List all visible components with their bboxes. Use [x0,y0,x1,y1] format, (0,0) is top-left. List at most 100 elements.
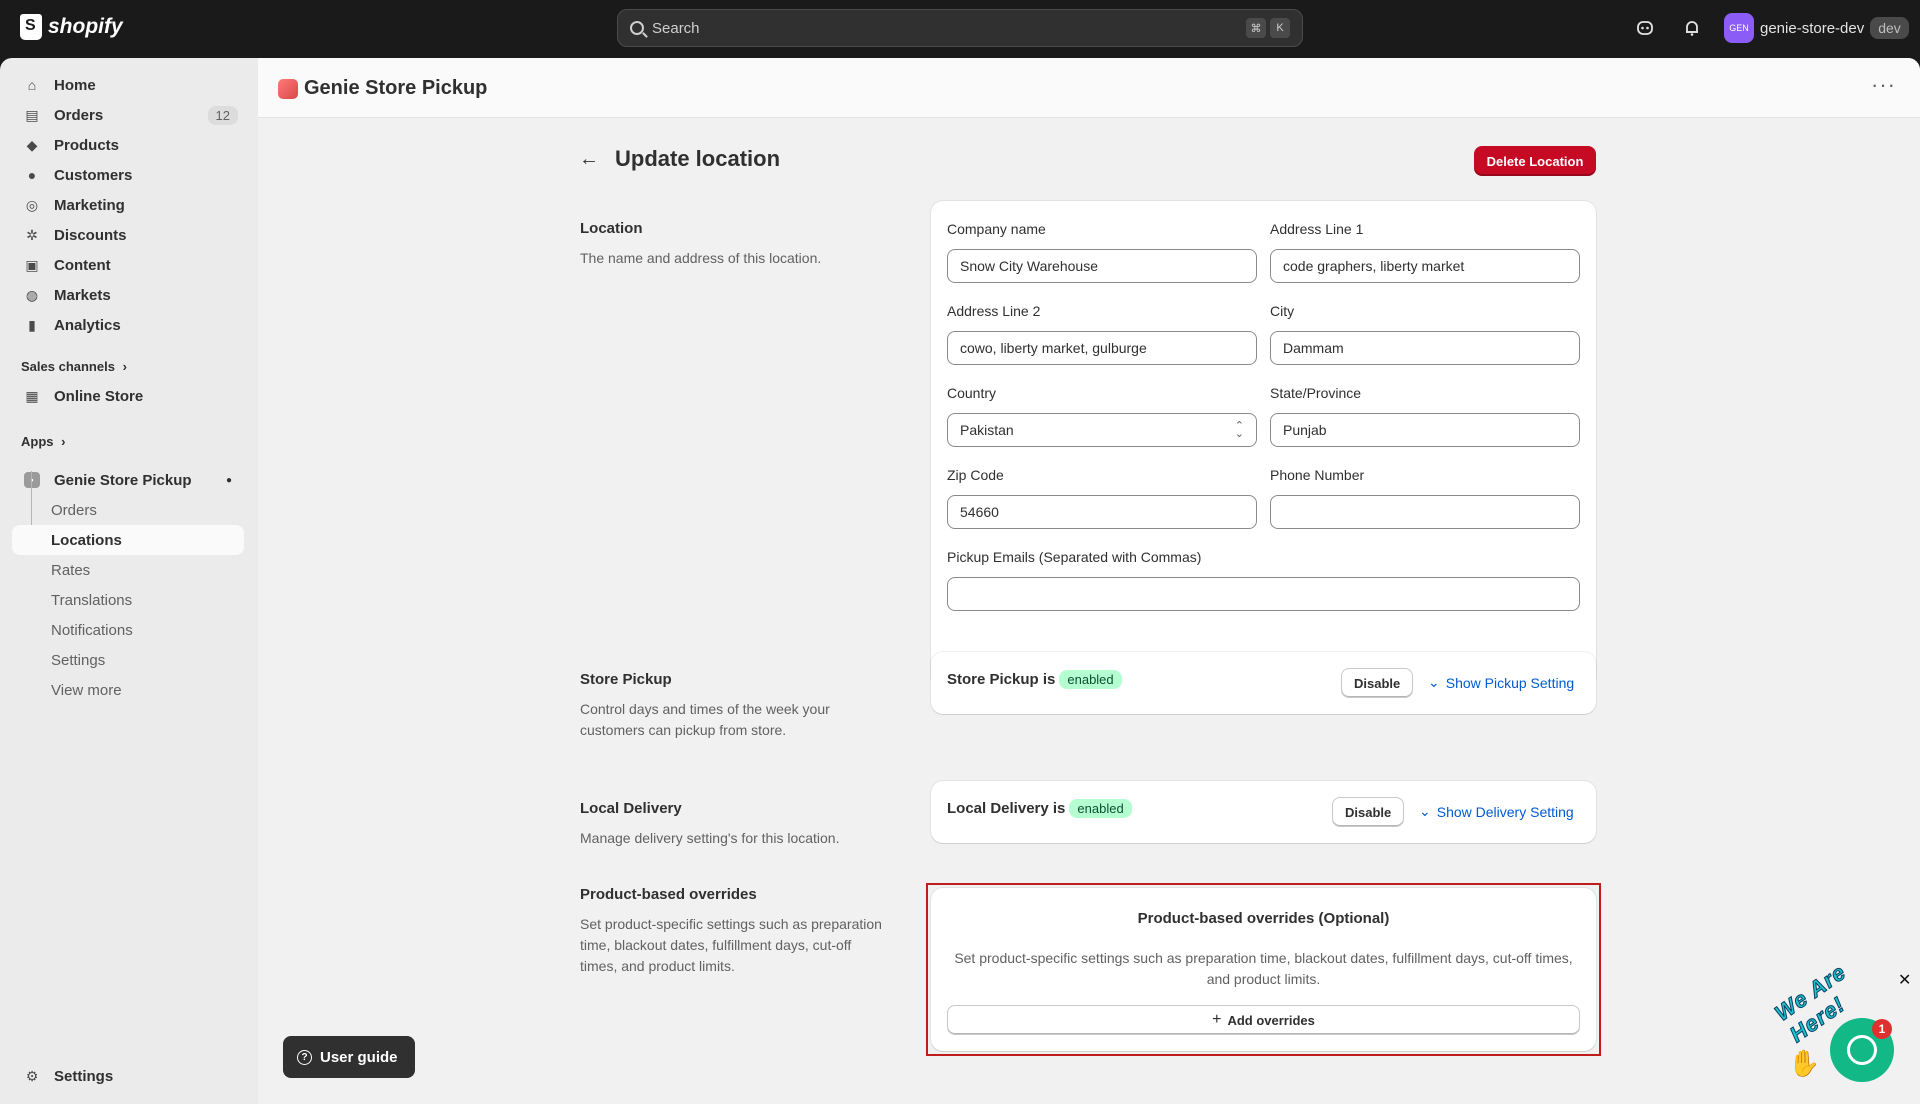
sidebar-item-home[interactable]: ⌂ Home [12,70,244,100]
local-delivery-section-description: Manage delivery setting's for this locat… [580,830,840,846]
more-actions-icon[interactable]: ··· [1871,72,1896,98]
sidebar-subitem-translations[interactable]: Translations [12,585,244,615]
store-pickup-section-description: Control days and times of the week your … [580,701,830,738]
sidebar-item-label: Marketing [54,196,125,214]
sidebar-item-label: Settings [54,1067,114,1085]
sidebar-item-label: Online Store [54,387,144,405]
sidebar-item-analytics[interactable]: ▮ Analytics [12,310,244,340]
sidebar-item-markets[interactable]: ◍ Markets [12,280,244,310]
chevron-down-icon: ⌄ [1428,674,1440,690]
app-title: Genie Store Pickup [304,77,488,99]
state-input[interactable] [1270,413,1580,447]
back-arrow-icon[interactable]: ← [579,148,599,171]
store-pickup-card: Store Pickup is enabled Disable ⌄ Show P… [931,652,1596,714]
city-label: City [1270,303,1295,319]
state-label: State/Province [1270,385,1362,401]
overrides-card-description: Set product-specific settings such as pr… [954,950,1573,987]
page-heading: ← Update location [579,146,780,172]
location-card: Company name Address Line 1 Address Line… [931,201,1596,688]
pickup-emails-label: Pickup Emails (Separated with Commas) [947,549,1202,565]
shopify-logo[interactable]: shopify [20,14,123,40]
apps-label: Apps [21,434,54,449]
content-icon: ▣ [25,256,39,273]
orders-count-badge: 12 [207,105,238,125]
sales-channels-heading[interactable]: Sales channels › [21,359,127,374]
chat-bubble-icon [1847,1035,1877,1065]
search-icon [630,21,644,35]
sidebar-subitem-rates[interactable]: Rates [12,555,244,585]
gear-icon: ⚙ [25,1067,39,1084]
local-delivery-status: Local Delivery is enabled [947,799,1132,818]
search-placeholder: Search [652,19,700,37]
apps-heading[interactable]: Apps › [21,434,65,449]
subitem-label: Locations [51,531,122,549]
subitem-label: Settings [51,651,106,669]
sidebar-item-customers[interactable]: ● Customers [12,160,244,190]
brand-name: shopify [48,15,123,38]
sidebar-item-orders[interactable]: ▤ Orders 12 [12,100,244,130]
disable-local-delivery-button[interactable]: Disable [1332,797,1405,827]
add-overrides-button[interactable]: + Add overrides [947,1005,1580,1035]
company-name-input[interactable] [947,249,1257,283]
orders-icon: ▤ [25,106,39,123]
pickup-emails-input[interactable] [947,577,1580,611]
sidebar-subitem-settings[interactable]: Settings [12,645,244,675]
country-select[interactable]: Pakistan ⌃ ⌄ [947,413,1257,447]
zip-code-label: Zip Code [947,467,1004,483]
pin-dot-icon[interactable]: ● [226,475,232,486]
store-name: genie-store-dev [1760,19,1865,37]
sidekick-icon[interactable] [1634,17,1656,39]
address-line-1-input[interactable] [1270,249,1580,283]
chat-close-icon[interactable]: ✕ [1898,970,1911,990]
show-pickup-setting-link[interactable]: ⌄ Show Pickup Setting [1428,674,1574,691]
show-delivery-setting-link[interactable]: ⌄ Show Delivery Setting [1419,803,1574,820]
zip-code-input[interactable] [947,495,1257,529]
subitem-label: Rates [51,561,91,579]
search-bar[interactable]: Search ⌘ K [617,9,1303,47]
status-badge: enabled [1069,799,1132,818]
sidebar-item-discounts[interactable]: ✲ Discounts [12,220,244,250]
sidebar-item-label: Analytics [54,316,121,334]
store-pickup-section-title: Store Pickup [580,671,672,688]
address-line-1-label: Address Line 1 [1270,221,1364,237]
location-section-description: The name and address of this location. [580,250,822,266]
phone-number-label: Phone Number [1270,467,1365,483]
sidebar-subitem-notifications[interactable]: Notifications [12,615,244,645]
user-guide-button[interactable]: ? User guide [283,1036,415,1078]
delete-location-button[interactable]: Delete Location [1474,146,1596,176]
globe-icon: ◍ [25,286,39,303]
k-key: K [1270,18,1290,38]
sidebar-item-settings[interactable]: ⚙ Settings [12,1061,244,1091]
phone-number-input[interactable] [1270,495,1580,529]
address-line-2-input[interactable] [947,331,1257,365]
sidebar-subitem-locations[interactable]: Locations [12,525,244,555]
overrides-section-title: Product-based overrides [580,886,757,903]
app-logo-icon [278,79,298,99]
show-delivery-setting-label: Show Delivery Setting [1436,803,1574,820]
subitem-label: Translations [51,591,133,609]
sidebar-item-label: Discounts [54,226,127,244]
overrides-card: Product-based overrides (Optional) Set p… [931,888,1596,1051]
store-menu[interactable]: GEN genie-store-dev dev [1724,13,1909,43]
storefront-icon: ▦ [25,387,39,404]
sidebar-item-online-store[interactable]: ▦ Online Store [12,381,244,411]
city-input[interactable] [1270,331,1580,365]
waving-hand-icon: ✋ [1788,1048,1821,1078]
bell-icon[interactable] [1681,17,1703,39]
store-pickup-status-label: Store Pickup is [947,671,1056,688]
add-overrides-label: Add overrides [1227,1012,1315,1028]
sidebar-subitem-view-more[interactable]: View more [12,675,244,705]
tag-icon: ◆ [26,136,38,153]
sidebar-item-products[interactable]: ◆ Products [12,130,244,160]
overrides-section-description: Set product-specific settings such as pr… [580,916,882,974]
main-content: Genie Store Pickup ··· ← Update location… [258,58,1920,1104]
sidebar-item-genie-store-pickup[interactable]: ▪ Genie Store Pickup ● [12,465,244,495]
discount-icon: ✲ [26,226,38,243]
sidebar-item-marketing[interactable]: ◎ Marketing [12,190,244,220]
sidebar-item-content[interactable]: ▣ Content [12,250,244,280]
disable-store-pickup-button[interactable]: Disable [1341,668,1414,698]
shopify-bag-icon [20,14,42,40]
sidebar-item-label: Home [54,76,96,94]
sidebar-subitem-orders[interactable]: Orders [12,495,244,525]
sidebar-item-label: Products [54,136,120,154]
